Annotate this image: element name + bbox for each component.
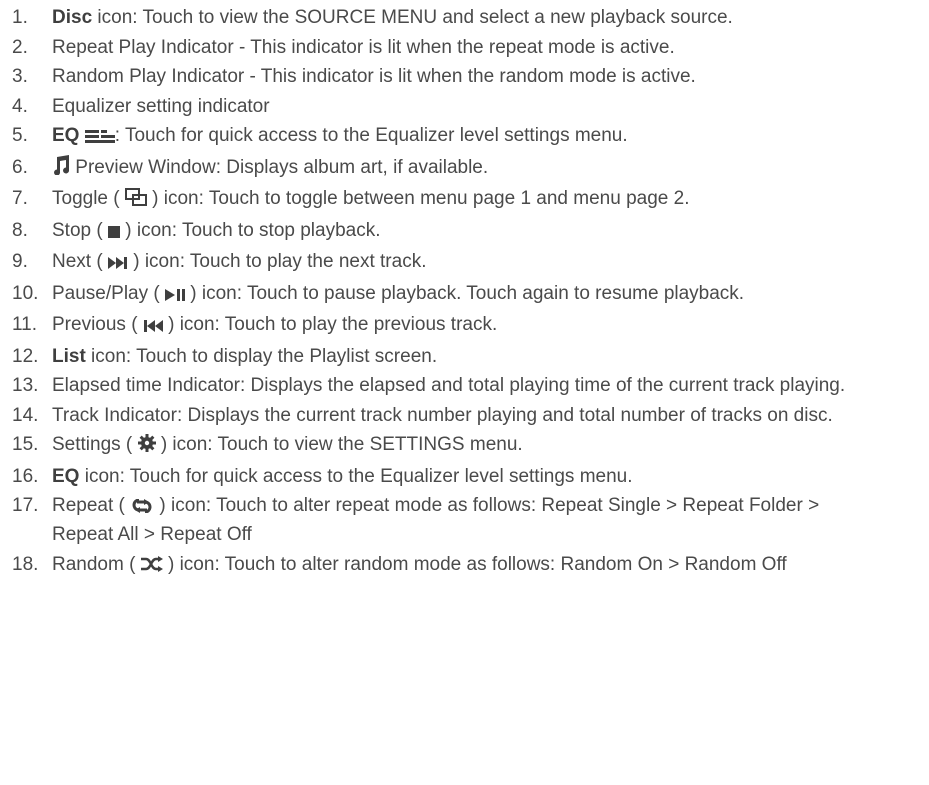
list-item: 4. Equalizer setting indicator xyxy=(0,93,870,120)
item-number: 9. xyxy=(12,251,28,272)
manual-page: 1. Disc icon: Touch to view the SOURCE M… xyxy=(0,0,929,785)
item-text: Equalizer setting indicator xyxy=(52,95,270,117)
gear-icon xyxy=(137,433,156,460)
item-text: Stop ( ) icon: Touch to stop playback. xyxy=(52,220,381,241)
list-item: 11. Previous ( ) icon: Touch to play the… xyxy=(0,311,870,340)
list-item: 14. Track Indicator: Displays the curren… xyxy=(0,402,870,429)
repeat-icon xyxy=(130,494,154,521)
item-text: Preview Window: Displays album art, if a… xyxy=(52,154,488,178)
item-number: 13. xyxy=(12,375,39,396)
list-item: 16. EQ icon: Touch for quick access to t… xyxy=(0,463,870,490)
item-bold-label: EQ xyxy=(52,125,80,146)
item-text: Repeat Play Indicator - This indicator i… xyxy=(52,36,675,58)
item-number: 16. xyxy=(12,465,39,487)
list-item: 6. Preview Window: Displays album art, i… xyxy=(0,154,870,183)
item-text: EQ icon: Touch for quick access to the E… xyxy=(52,465,633,487)
list-item: 18. Random ( ) icon: Touch to alter rand… xyxy=(0,551,870,580)
music-note-icon xyxy=(52,154,70,183)
play-pause-icon xyxy=(165,282,185,309)
item-number: 14. xyxy=(12,404,39,426)
item-text: Random ( ) icon: Touch to alter random m… xyxy=(52,554,787,575)
toggle-pages-icon xyxy=(124,187,147,214)
list-item: 1. Disc icon: Touch to view the SOURCE M… xyxy=(0,4,870,31)
item-number: 12. xyxy=(12,345,39,367)
item-text: Toggle ( ) icon: Touch to toggle between… xyxy=(52,188,689,209)
list-item: 7. Toggle ( ) icon: Touch to toggle betw… xyxy=(0,185,870,214)
stop-icon xyxy=(107,219,120,246)
list-item: 17. Repeat ( ) icon: Touch to alter repe… xyxy=(0,492,870,548)
shuffle-icon xyxy=(140,553,163,580)
item-text: Pause/Play ( ) icon: Touch to pause play… xyxy=(52,283,744,304)
previous-icon xyxy=(143,313,163,340)
item-text: Previous ( ) icon: Touch to play the pre… xyxy=(52,314,497,335)
item-number: 8. xyxy=(12,219,28,241)
list-item: 15. Settings ( ) icon: Touch to view the… xyxy=(0,431,870,460)
list-item: 3. Random Play Indicator - This indicato… xyxy=(0,63,870,90)
list-item: 9. Next ( ) icon: Touch to play the next… xyxy=(0,248,870,277)
item-number: 3. xyxy=(12,66,28,87)
item-number: 11. xyxy=(12,314,38,335)
item-bold-label: Disc xyxy=(52,7,93,28)
item-bold-label: List xyxy=(52,345,86,367)
list-item: 8. Stop ( ) icon: Touch to stop playback… xyxy=(0,217,870,246)
item-text: Repeat ( ) icon: Touch to alter repeat m… xyxy=(52,494,820,545)
list-item: 10. Pause/Play ( ) icon: Touch to pause … xyxy=(0,280,870,309)
list-item: 5. EQ : Touch for quick access to the Eq… xyxy=(0,122,870,151)
item-number: 4. xyxy=(12,95,28,117)
item-text: Disc icon: Touch to view the SOURCE MENU… xyxy=(52,7,733,28)
list-item: 2. Repeat Play Indicator - This indicato… xyxy=(0,34,870,61)
item-number: 5. xyxy=(12,125,28,146)
item-number: 15. xyxy=(12,434,39,455)
item-text: Settings ( ) icon: Touch to view the SET… xyxy=(52,434,523,455)
item-bold-label: EQ xyxy=(52,465,80,487)
item-number: 17. xyxy=(12,495,39,516)
item-text: List icon: Touch to display the Playlist… xyxy=(52,345,438,367)
item-number: 18. xyxy=(12,553,39,575)
next-icon xyxy=(107,250,128,277)
item-text: Random Play Indicator - This indicator i… xyxy=(52,66,696,87)
item-number: 6. xyxy=(12,156,28,178)
item-text: EQ : Touch for quick access to the Equal… xyxy=(52,125,628,146)
feature-list: 1. Disc icon: Touch to view the SOURCE M… xyxy=(0,0,870,580)
item-number: 1. xyxy=(12,7,28,28)
eq-bars-icon xyxy=(84,124,115,151)
item-text: Next ( ) icon: Touch to play the next tr… xyxy=(52,251,426,272)
item-number: 7. xyxy=(12,188,28,209)
list-item: 13. Elapsed time Indicator: Displays the… xyxy=(0,372,870,399)
list-item: 12. List icon: Touch to display the Play… xyxy=(0,343,870,370)
item-text: Elapsed time Indicator: Displays the ela… xyxy=(52,375,846,396)
item-number: 2. xyxy=(12,36,28,58)
item-number: 10. xyxy=(12,282,39,304)
item-text: Track Indicator: Displays the current tr… xyxy=(52,404,833,426)
